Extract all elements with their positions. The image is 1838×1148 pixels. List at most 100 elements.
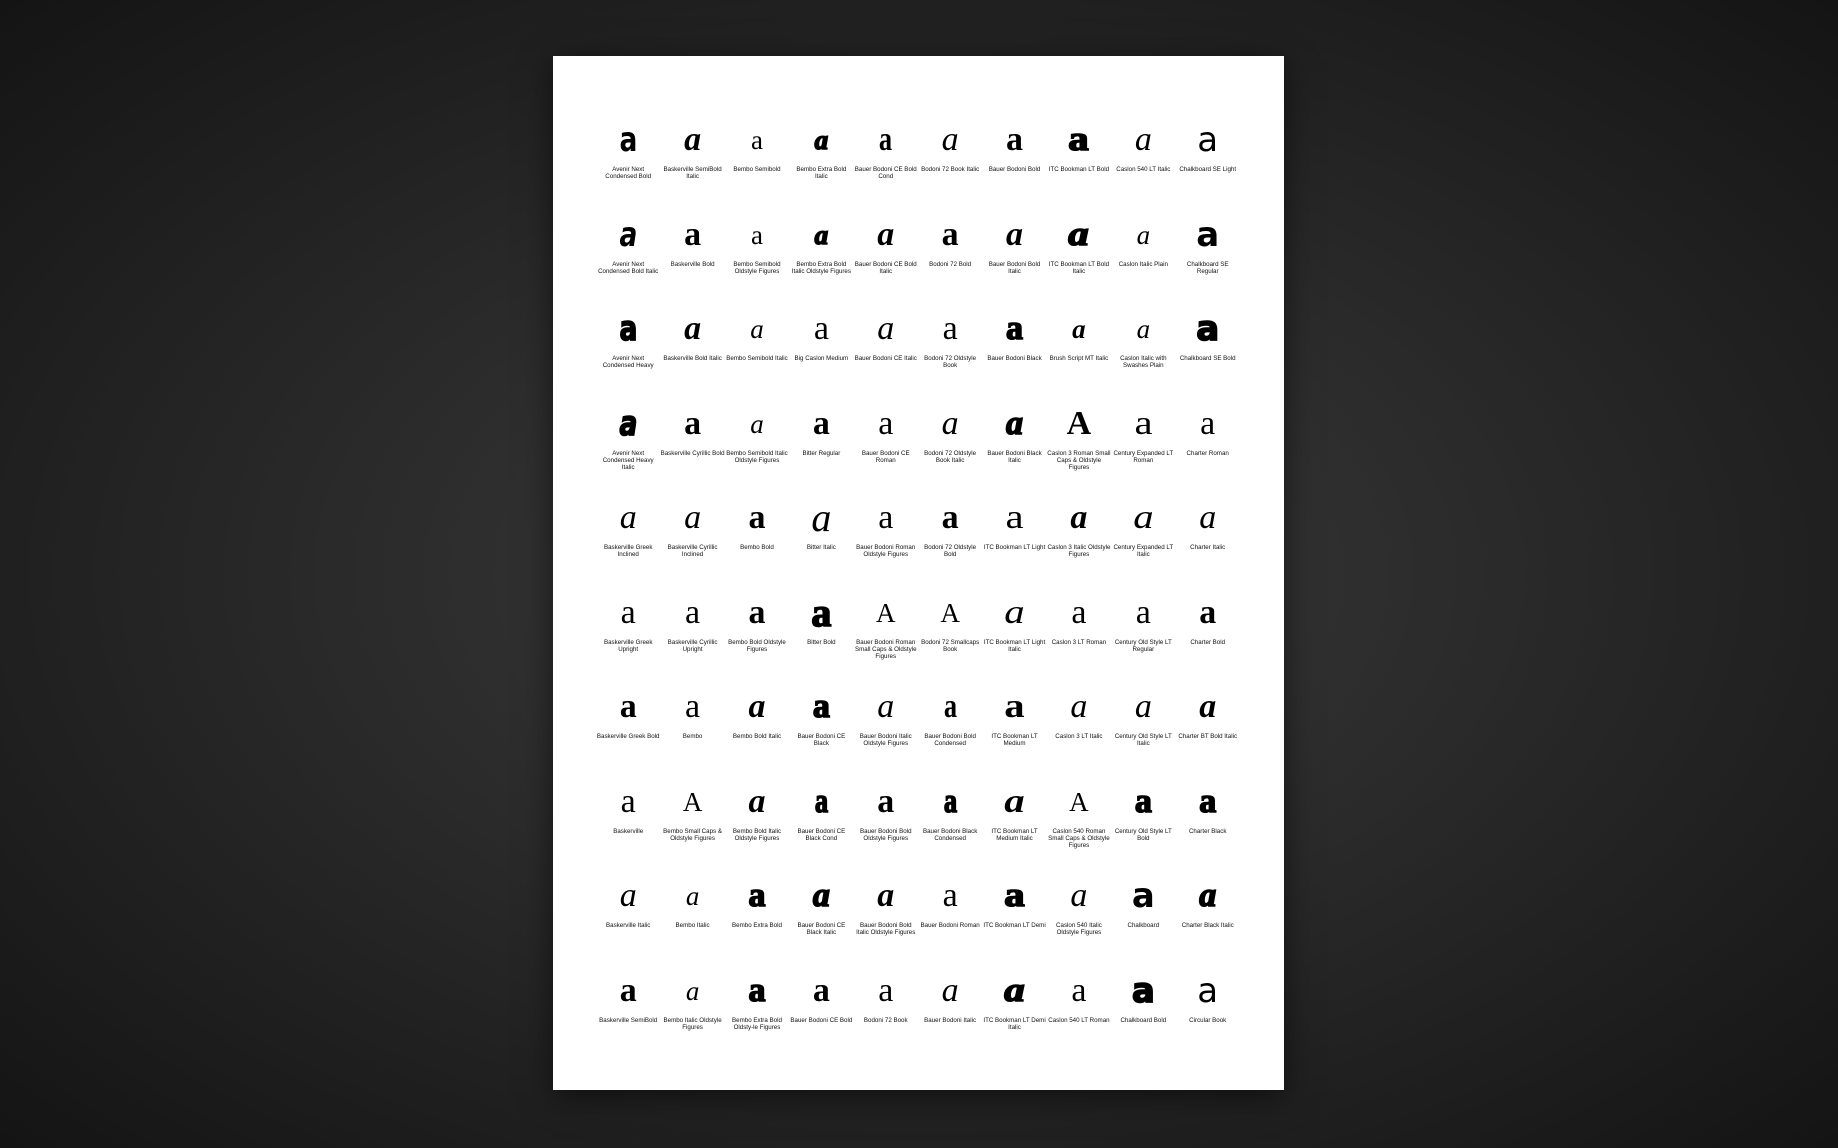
specimen-cell: a Charter Roman xyxy=(1176,400,1240,495)
specimen-font-name: ITC Bookman LT Medium xyxy=(991,733,1038,747)
glyph-letter: a xyxy=(877,310,895,347)
specimen-glyph: a xyxy=(1070,872,1087,920)
specimen-font-name: Bauer Bodoni Roman xyxy=(920,922,980,929)
glyph-letter: a xyxy=(684,404,702,442)
specimen-font-name: Bodoni 72 Smallcaps Book xyxy=(921,638,980,653)
specimen-font-name: Baskerville Greek Upright xyxy=(603,638,653,653)
specimen-cell: a Bitter Regular xyxy=(789,400,853,495)
specimen-cell: a Bembo Extra Bold Italic Oldstyle Figure… xyxy=(789,211,853,306)
specimen-cell: a Bembo Bold xyxy=(725,494,789,589)
specimen-cell: a ITC Bookman LT Light Italic xyxy=(982,589,1046,684)
specimen-font-name: Baskerville Greek Bold xyxy=(596,733,660,740)
glyph-letter: a xyxy=(811,589,833,636)
specimen-glyph: a xyxy=(1068,116,1090,164)
glyph-letter: a xyxy=(943,782,958,821)
glyph-letter: a xyxy=(879,121,893,158)
specimen-font-name: Bauer Bodoni Bold Condensed xyxy=(924,733,976,747)
specimen-cell: a Bembo Semibold xyxy=(725,116,789,211)
glyph-letter: a xyxy=(750,125,763,155)
specimen-cell: a Bembo Semibold Italic Oldstyle Figures xyxy=(725,400,789,495)
glyph-letter: a xyxy=(1131,970,1156,1012)
glyph-letter: a xyxy=(1198,782,1217,821)
glyph-letter: a xyxy=(1071,593,1087,631)
glyph-letter: a xyxy=(1196,214,1220,255)
specimen-font-name: Bodoni 72 Book xyxy=(863,1016,908,1024)
glyph-letter: a xyxy=(1195,308,1220,350)
specimen-font-name: Bembo Extra Bold Italic Oldstyle Figures xyxy=(791,260,851,275)
specimen-cell: A Bembo Small Caps & Oldstyle Figures xyxy=(660,778,724,873)
specimen-font-name: Bembo Small Caps & Oldstyle Figures xyxy=(663,827,722,842)
specimen-cell: a Bauer Bodoni CE Bold Cond xyxy=(854,116,918,211)
specimen-font-name: Charter BT Bold Italic xyxy=(1178,733,1238,740)
specimen-glyph: a xyxy=(1071,589,1086,637)
specimen-cell: a Bauer Bodoni Bold Oldstyle Figures xyxy=(854,778,918,873)
specimen-font-name: Bembo Bold xyxy=(740,544,774,551)
specimen-cell: a Bembo Italic xyxy=(660,872,724,967)
specimen-glyph: a xyxy=(813,967,830,1015)
specimen-glyph: a xyxy=(748,589,765,637)
glyph-letter: a xyxy=(812,687,831,726)
specimen-cell: a Caslon Italic with Swashes Plain xyxy=(1111,305,1175,400)
specimen-glyph: a xyxy=(620,967,637,1015)
glyph-letter: a xyxy=(748,876,767,915)
glyph-letter: a xyxy=(941,121,959,158)
specimen-glyph: a xyxy=(1006,116,1023,164)
specimen-cell: a Caslon 3 LT Italic xyxy=(1047,683,1111,778)
specimen-glyph: a xyxy=(620,683,637,731)
glyph-letter: a xyxy=(685,975,700,1006)
specimen-glyph: a xyxy=(1005,494,1023,542)
specimen-glyph: a xyxy=(1135,683,1152,731)
specimen-glyph: a xyxy=(1005,400,1024,448)
specimen-cell: a Baskerville Bold Italic xyxy=(660,305,724,400)
glyph-letter: a xyxy=(685,688,701,725)
specimen-glyph: a xyxy=(1134,400,1152,448)
specimen-cell: a Baskerville SemiBold xyxy=(596,967,660,1062)
specimen-cell: a Bauer Bodoni Italic xyxy=(918,967,982,1062)
specimen-glyph: A xyxy=(683,778,703,826)
specimen-cell: A Caslon 540 Roman Small Caps & Oldstyle … xyxy=(1047,778,1111,873)
specimen-glyph: a xyxy=(877,683,894,731)
glyph-letter: a xyxy=(750,314,764,344)
specimen-glyph: a xyxy=(878,400,893,448)
specimen-cell: a Bauer Bodoni Black Condensed xyxy=(918,778,982,873)
specimen-cell: a Century Old Style LT Italic xyxy=(1111,683,1175,778)
specimen-glyph: A xyxy=(1069,778,1089,826)
specimen-font-name: Bembo Italic xyxy=(675,922,710,929)
specimen-font-name: Bitter Italic xyxy=(806,544,836,551)
glyph-letter: a xyxy=(941,499,959,536)
specimen-font-name: Bitter Bold xyxy=(807,638,836,646)
glyph-letter: a xyxy=(1070,499,1088,536)
specimen-cell: a Century Old Style LT Regular xyxy=(1111,589,1175,684)
glyph-letter: A xyxy=(1069,786,1089,817)
glyph-letter: a xyxy=(1200,404,1216,442)
specimen-glyph: a xyxy=(684,116,701,164)
specimen-glyph: a xyxy=(1133,494,1153,542)
specimen-glyph: a xyxy=(1004,683,1024,731)
glyph-letter: a xyxy=(1005,309,1024,348)
glyph-letter: a xyxy=(1070,688,1088,725)
specimen-font-name: ITC Bookman LT Light xyxy=(983,544,1046,551)
glyph-letter: a xyxy=(942,310,958,347)
specimen-cell: a Brush Script MT Italic xyxy=(1047,305,1111,400)
specimen-cell: a Baskerville Italic xyxy=(596,872,660,967)
specimen-glyph: a xyxy=(1134,778,1153,826)
glyph-letter: a xyxy=(684,310,702,347)
specimen-font-name: Bauer Bodoni CE Bold xyxy=(790,1016,853,1024)
specimen-glyph: a xyxy=(621,778,636,826)
specimen-glyph: a xyxy=(686,872,700,920)
specimen-cell: A Bauer Bodoni Roman Small Caps & Oldstyl… xyxy=(854,589,918,684)
glyph-letter: a xyxy=(1006,215,1024,253)
specimen-cell: a Baskerville Cyrillic Upright xyxy=(660,589,724,684)
specimen-glyph: a xyxy=(942,967,959,1015)
specimen-glyph: a xyxy=(617,305,640,353)
specimen-glyph: a xyxy=(877,211,894,259)
specimen-font-name: Bodoni 72 Oldstyle Book xyxy=(924,355,977,369)
specimen-glyph: a xyxy=(942,683,959,731)
specimen-glyph: a xyxy=(811,494,831,542)
specimen-cell: a Bauer Bodoni CE Bold xyxy=(789,967,853,1062)
glyph-letter: a xyxy=(1068,120,1090,159)
specimen-cell: a ITC Bookman LT Bold Italic xyxy=(1047,211,1111,306)
glyph-letter: a xyxy=(619,214,638,255)
specimen-font-name: Chalkboard SE Light xyxy=(1179,166,1237,173)
specimen-font-name: Baskerville Cyrillic Inclined xyxy=(667,544,718,558)
